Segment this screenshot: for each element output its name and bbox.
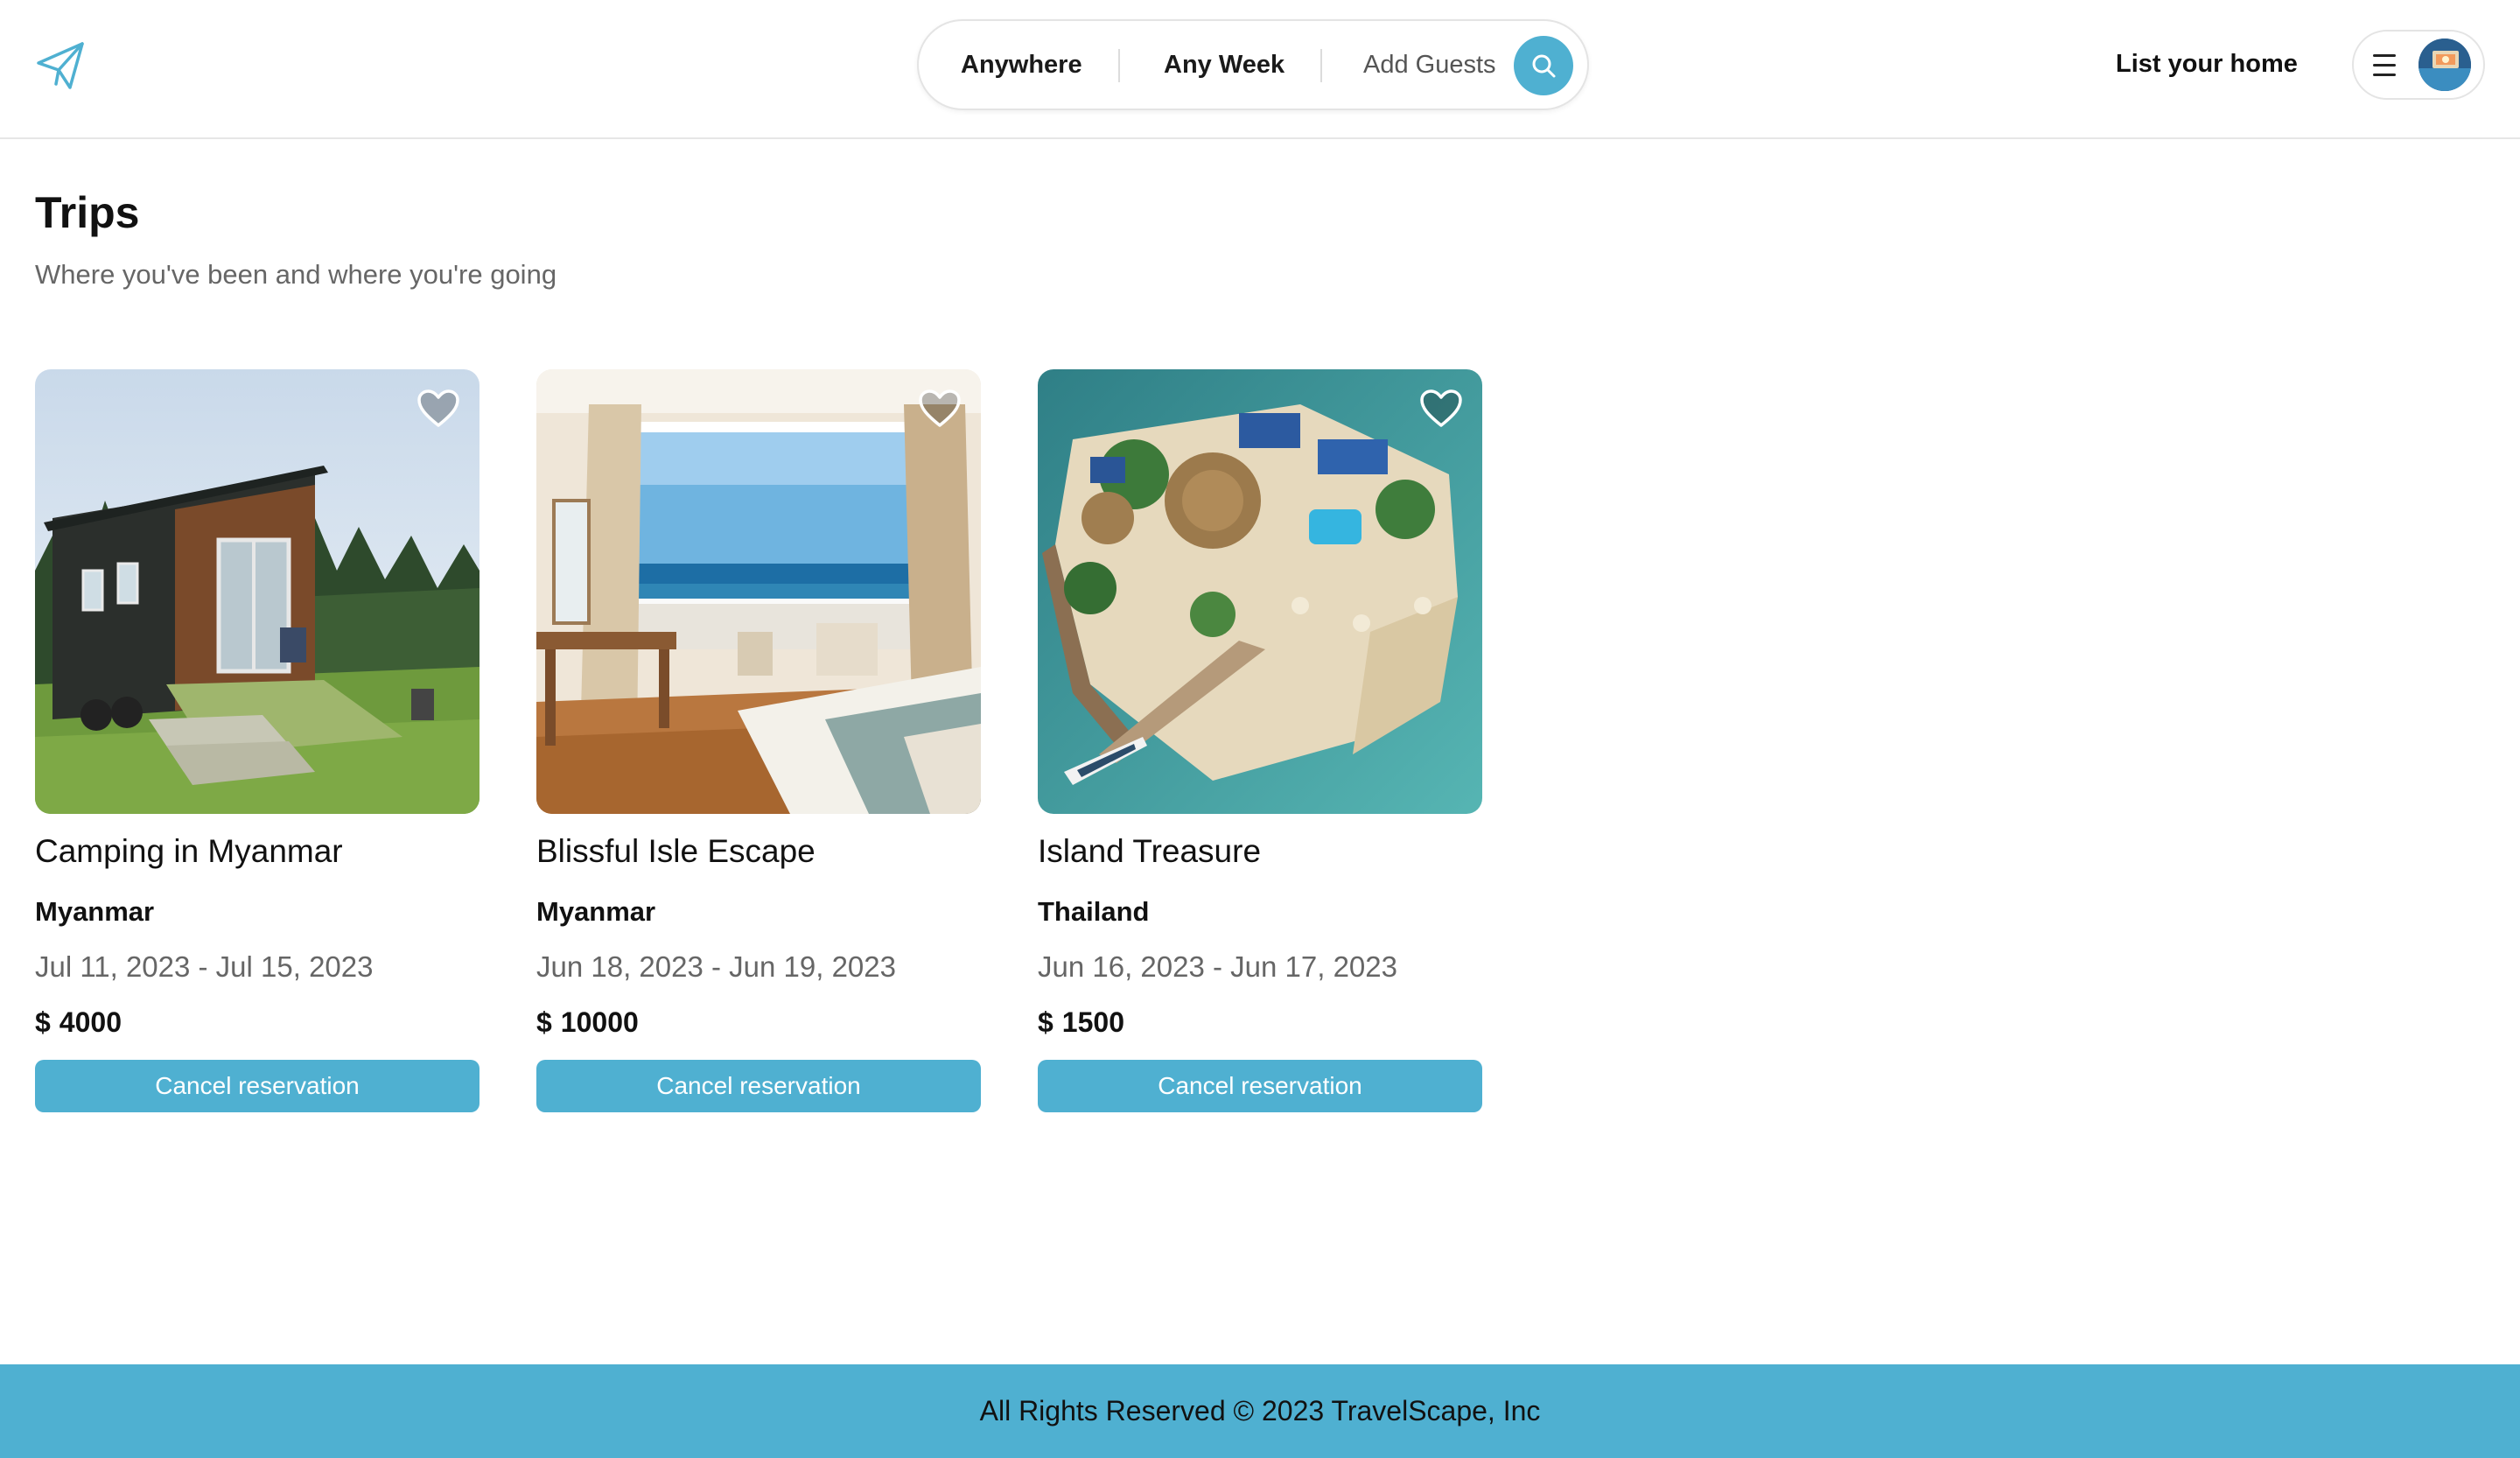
search-divider [1320,49,1322,82]
cancel-reservation-button[interactable]: Cancel reservation [536,1060,981,1112]
trip-dates: Jul 11, 2023 - Jul 15, 2023 [35,950,374,983]
search-icon [1532,54,1556,78]
search-divider [1118,49,1120,82]
trip-price: $4000 [35,1006,122,1039]
search-bar[interactable]: Anywhere Any Week Add Guests [917,19,1589,110]
page-subtitle: Where you've been and where you're going [35,259,557,290]
trip-location: Myanmar [536,896,656,927]
favorite-heart-icon[interactable] [918,389,962,429]
avatar [2418,39,2471,91]
trip-location: Thailand [1038,896,1150,927]
search-location-button[interactable]: Anywhere [961,21,1082,109]
trip-dates: Jun 18, 2023 - Jun 19, 2023 [536,950,896,983]
cancel-reservation-button[interactable]: Cancel reservation [1038,1060,1482,1112]
trip-image[interactable] [35,369,480,814]
trip-location: Myanmar [35,896,155,927]
footer-copyright: All Rights Reserved © 2023 TravelScape, … [979,1395,1541,1426]
page-title: Trips [35,188,140,237]
price-value: 10000 [560,1006,639,1038]
trip-card: Blissful Isle Escape Myanmar Jun 18, 202… [536,369,981,1113]
price-currency: $ [536,1006,552,1038]
price-value: 4000 [59,1006,122,1038]
search-guests-button[interactable]: Add Guests [1363,21,1496,109]
trip-title: Camping in Myanmar [35,833,343,869]
cancel-reservation-button[interactable]: Cancel reservation [35,1060,480,1112]
trip-title: Blissful Isle Escape [536,833,816,869]
trip-image[interactable] [1038,369,1482,814]
price-value: 1500 [1061,1006,1124,1038]
trip-card: Camping in Myanmar Myanmar Jul 11, 2023 … [35,369,480,1113]
list-your-home-link[interactable]: List your home [2116,42,2298,86]
trip-price: $1500 [1038,1006,1124,1039]
favorite-heart-icon[interactable] [416,389,460,429]
trip-image[interactable] [536,369,981,814]
user-menu-button[interactable] [2352,30,2485,100]
trip-title: Island Treasure [1038,833,1262,869]
hamburger-menu-icon [2373,54,2398,76]
favorite-heart-icon[interactable] [1419,389,1463,429]
trip-card: Island Treasure Thailand Jun 16, 2023 - … [1038,369,1482,1113]
footer: All Rights Reserved © 2023 TravelScape, … [0,1364,2520,1458]
trip-dates: Jun 16, 2023 - Jun 17, 2023 [1038,950,1397,983]
price-currency: $ [35,1006,51,1038]
price-currency: $ [1038,1006,1054,1038]
trip-price: $10000 [536,1006,639,1039]
search-button[interactable] [1514,36,1573,95]
paper-plane-icon[interactable] [35,40,86,91]
top-navbar: Anywhere Any Week Add Guests List your h… [0,0,2520,139]
search-dates-button[interactable]: Any Week [1164,21,1284,109]
